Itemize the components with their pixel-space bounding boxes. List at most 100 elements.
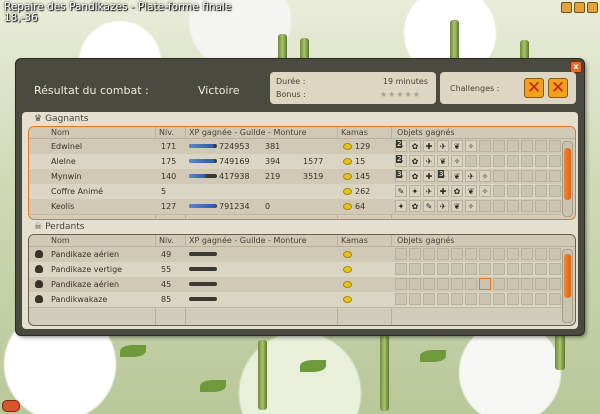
- item-slot[interactable]: ✿: [451, 185, 463, 197]
- item-slot[interactable]: ✧: [451, 155, 463, 167]
- item-slot[interactable]: ❦: [465, 185, 477, 197]
- empty-item-slot[interactable]: [409, 293, 421, 305]
- empty-item-slot[interactable]: [507, 263, 519, 275]
- scrollbar-thumb[interactable]: [564, 148, 571, 200]
- empty-item-slot[interactable]: [535, 185, 547, 197]
- empty-item-slot[interactable]: [521, 200, 533, 212]
- empty-item-slot[interactable]: [521, 140, 533, 152]
- item-slot[interactable]: ✈: [437, 140, 449, 152]
- empty-item-slot[interactable]: [395, 278, 407, 290]
- empty-item-slot[interactable]: [395, 293, 407, 305]
- empty-item-slot[interactable]: [549, 170, 561, 182]
- empty-item-slot[interactable]: [521, 185, 533, 197]
- table-row[interactable]: Edwinel 171 724953 381 129 ✦2 ✿ ✚ ✈ ❦ ✧: [29, 139, 561, 155]
- item-slot[interactable]: ✎: [395, 185, 407, 197]
- empty-item-slot[interactable]: [409, 248, 421, 260]
- empty-item-slot[interactable]: [395, 248, 407, 260]
- empty-item-slot[interactable]: [409, 263, 421, 275]
- empty-item-slot[interactable]: [535, 155, 547, 167]
- empty-item-slot[interactable]: [465, 263, 477, 275]
- table-row[interactable]: Coffre Animé 5 262 ✎ ✦ ✈ ✚ ✿ ❦ ✧: [29, 184, 561, 200]
- empty-item-slot[interactable]: [535, 170, 547, 182]
- item-slot[interactable]: ✈: [423, 155, 435, 167]
- empty-item-slot[interactable]: [549, 140, 561, 152]
- item-slot[interactable]: ✿: [409, 170, 421, 182]
- item-slot[interactable]: ✚: [423, 170, 435, 182]
- empty-item-slot[interactable]: [549, 293, 561, 305]
- item-slot[interactable]: ✿: [409, 200, 421, 212]
- options-icon[interactable]: [561, 2, 572, 13]
- empty-item-slot[interactable]: [479, 278, 491, 290]
- item-slot[interactable]: ✚: [423, 140, 435, 152]
- winners-scrollbar[interactable]: [562, 141, 573, 217]
- empty-item-slot[interactable]: [423, 263, 435, 275]
- item-slot[interactable]: ❦: [451, 200, 463, 212]
- empty-item-slot[interactable]: [479, 263, 491, 275]
- settings-icon[interactable]: [574, 2, 585, 13]
- empty-item-slot[interactable]: [465, 293, 477, 305]
- empty-item-slot[interactable]: [521, 155, 533, 167]
- empty-item-slot[interactable]: [437, 248, 449, 260]
- table-row[interactable]: Pandikwakaze 85: [29, 292, 561, 308]
- empty-item-slot[interactable]: [507, 278, 519, 290]
- empty-item-slot[interactable]: [493, 155, 505, 167]
- empty-item-slot[interactable]: [535, 293, 547, 305]
- item-slot[interactable]: ✈: [437, 200, 449, 212]
- empty-item-slot[interactable]: [465, 278, 477, 290]
- empty-item-slot[interactable]: [465, 248, 477, 260]
- empty-item-slot[interactable]: [479, 200, 491, 212]
- empty-item-slot[interactable]: [535, 263, 547, 275]
- empty-item-slot[interactable]: [395, 263, 407, 275]
- empty-item-slot[interactable]: [507, 200, 519, 212]
- empty-item-slot[interactable]: [549, 155, 561, 167]
- empty-item-slot[interactable]: [493, 293, 505, 305]
- table-row[interactable]: Pandikaze aérien 45: [29, 277, 561, 293]
- empty-item-slot[interactable]: [493, 170, 505, 182]
- empty-item-slot[interactable]: [549, 185, 561, 197]
- scrollbar-thumb[interactable]: [564, 254, 571, 298]
- empty-item-slot[interactable]: [521, 293, 533, 305]
- empty-item-slot[interactable]: [423, 278, 435, 290]
- table-row[interactable]: Pandikaze aérien 49: [29, 247, 561, 263]
- item-slot[interactable]: ✈: [465, 170, 477, 182]
- empty-item-slot[interactable]: [437, 293, 449, 305]
- empty-item-slot[interactable]: [535, 248, 547, 260]
- empty-item-slot[interactable]: [423, 248, 435, 260]
- empty-item-slot[interactable]: [507, 155, 519, 167]
- empty-item-slot[interactable]: [423, 293, 435, 305]
- item-slot[interactable]: ✿: [409, 140, 421, 152]
- empty-item-slot[interactable]: [549, 248, 561, 260]
- empty-item-slot[interactable]: [437, 278, 449, 290]
- empty-item-slot[interactable]: [437, 263, 449, 275]
- empty-item-slot[interactable]: [521, 170, 533, 182]
- empty-item-slot[interactable]: [521, 278, 533, 290]
- empty-item-slot[interactable]: [493, 248, 505, 260]
- empty-item-slot[interactable]: [451, 293, 463, 305]
- item-slot[interactable]: ✧: [465, 200, 477, 212]
- item-slot[interactable]: ✈: [423, 185, 435, 197]
- empty-item-slot[interactable]: [479, 155, 491, 167]
- empty-item-slot[interactable]: [507, 140, 519, 152]
- empty-item-slot[interactable]: [521, 263, 533, 275]
- challenge-failed-icon[interactable]: ✕: [548, 78, 568, 98]
- empty-item-slot[interactable]: [451, 248, 463, 260]
- empty-item-slot[interactable]: [535, 200, 547, 212]
- empty-item-slot[interactable]: [535, 140, 547, 152]
- empty-item-slot[interactable]: [535, 278, 547, 290]
- empty-item-slot[interactable]: [493, 185, 505, 197]
- item-slot[interactable]: ✦2: [395, 140, 407, 152]
- chat-toggle-button[interactable]: [2, 400, 20, 412]
- table-row[interactable]: Alelne 175 749169 394 1577 15 ✦2 ✿ ✈ ❦ ✧: [29, 154, 561, 170]
- challenge-failed-icon[interactable]: ✕: [524, 78, 544, 98]
- empty-item-slot[interactable]: [479, 293, 491, 305]
- item-slot[interactable]: ✦3: [437, 170, 449, 182]
- item-slot[interactable]: ✚: [437, 185, 449, 197]
- empty-item-slot[interactable]: [507, 248, 519, 260]
- item-slot[interactable]: ❦: [451, 170, 463, 182]
- empty-item-slot[interactable]: [493, 200, 505, 212]
- item-slot[interactable]: ✦2: [395, 155, 407, 167]
- item-slot[interactable]: ✦3: [395, 170, 407, 182]
- losers-scrollbar[interactable]: [562, 249, 573, 323]
- empty-item-slot[interactable]: [507, 170, 519, 182]
- empty-item-slot[interactable]: [507, 293, 519, 305]
